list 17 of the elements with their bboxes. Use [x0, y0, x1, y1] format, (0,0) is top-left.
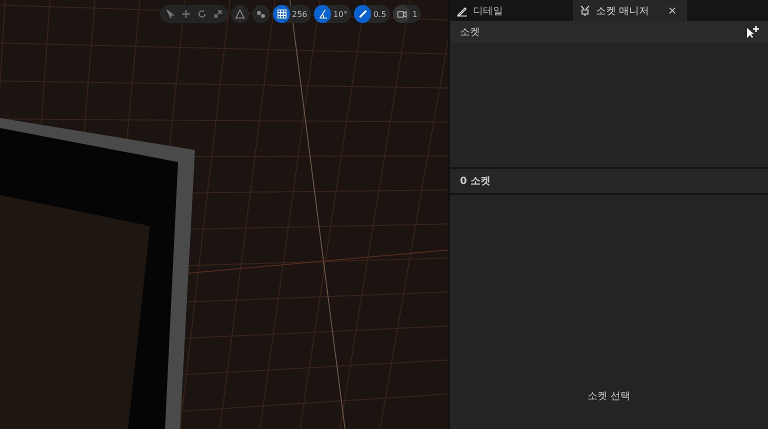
scale-icon — [358, 9, 368, 19]
angle-icon — [318, 9, 328, 19]
pencil-icon — [456, 4, 468, 16]
empty-message: 소켓 선택 — [587, 390, 631, 403]
panel-tab[interactable]: 소켓 매니저 × — [573, 0, 687, 21]
section-title: 소켓 — [460, 26, 480, 39]
scale-snap-toggle[interactable] — [354, 5, 372, 23]
add-socket-icon[interactable] — [746, 25, 760, 39]
grid-icon — [276, 9, 286, 19]
camera-snap-toggle[interactable] — [393, 5, 410, 23]
socket-count: 0 소켓 — [460, 175, 490, 188]
camera-icon — [396, 9, 407, 19]
grid-snap-toggle[interactable] — [273, 5, 290, 23]
close-button[interactable]: × — [668, 4, 677, 17]
panel-tab[interactable]: 디테일 — [450, 0, 513, 21]
socket-icon — [579, 4, 591, 16]
angle-snap-toggle[interactable] — [314, 5, 332, 23]
